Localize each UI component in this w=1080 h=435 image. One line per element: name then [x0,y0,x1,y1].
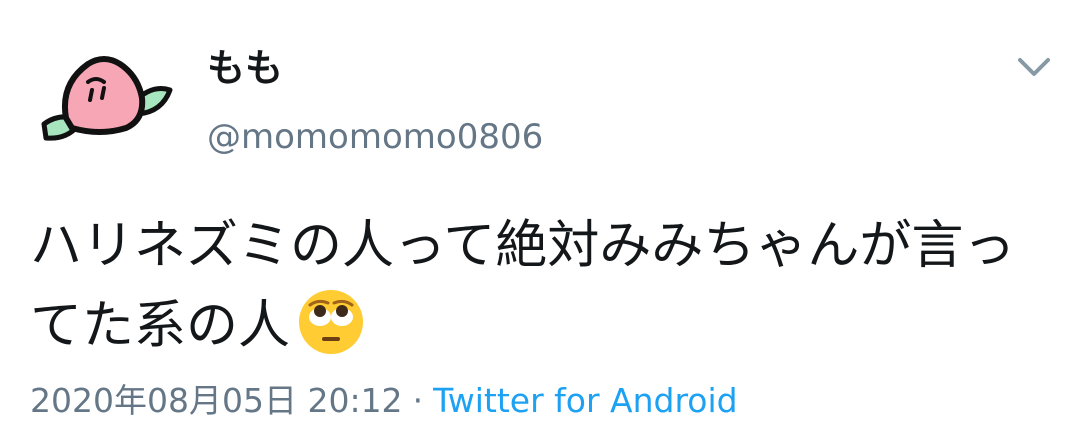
tweet-text-block: ハリネズミの人って絶対みみちゃんが言ってた系の人 [30,206,1040,366]
meta-separator: · [412,381,424,420]
face-with-rolling-eyes-emoji [296,287,366,357]
tweet-client-link[interactable]: Twitter for Android [433,381,738,420]
author-handle[interactable]: @momomomo0806 [207,115,543,159]
author-display-name[interactable]: もも [207,44,283,92]
tweet-timestamp[interactable]: 2020年08月05日 20:12 [30,381,403,420]
peach-icon [41,56,173,141]
tweet-meta: 2020年08月05日 20:12 · Twitter for Android [30,378,738,424]
chevron-down-icon [1018,58,1050,76]
tweet-text: ハリネズミの人って絶対みみちゃんが言ってた系の人 [30,216,1016,356]
tweet-menu-button[interactable] [1014,52,1054,82]
avatar[interactable] [30,42,180,152]
